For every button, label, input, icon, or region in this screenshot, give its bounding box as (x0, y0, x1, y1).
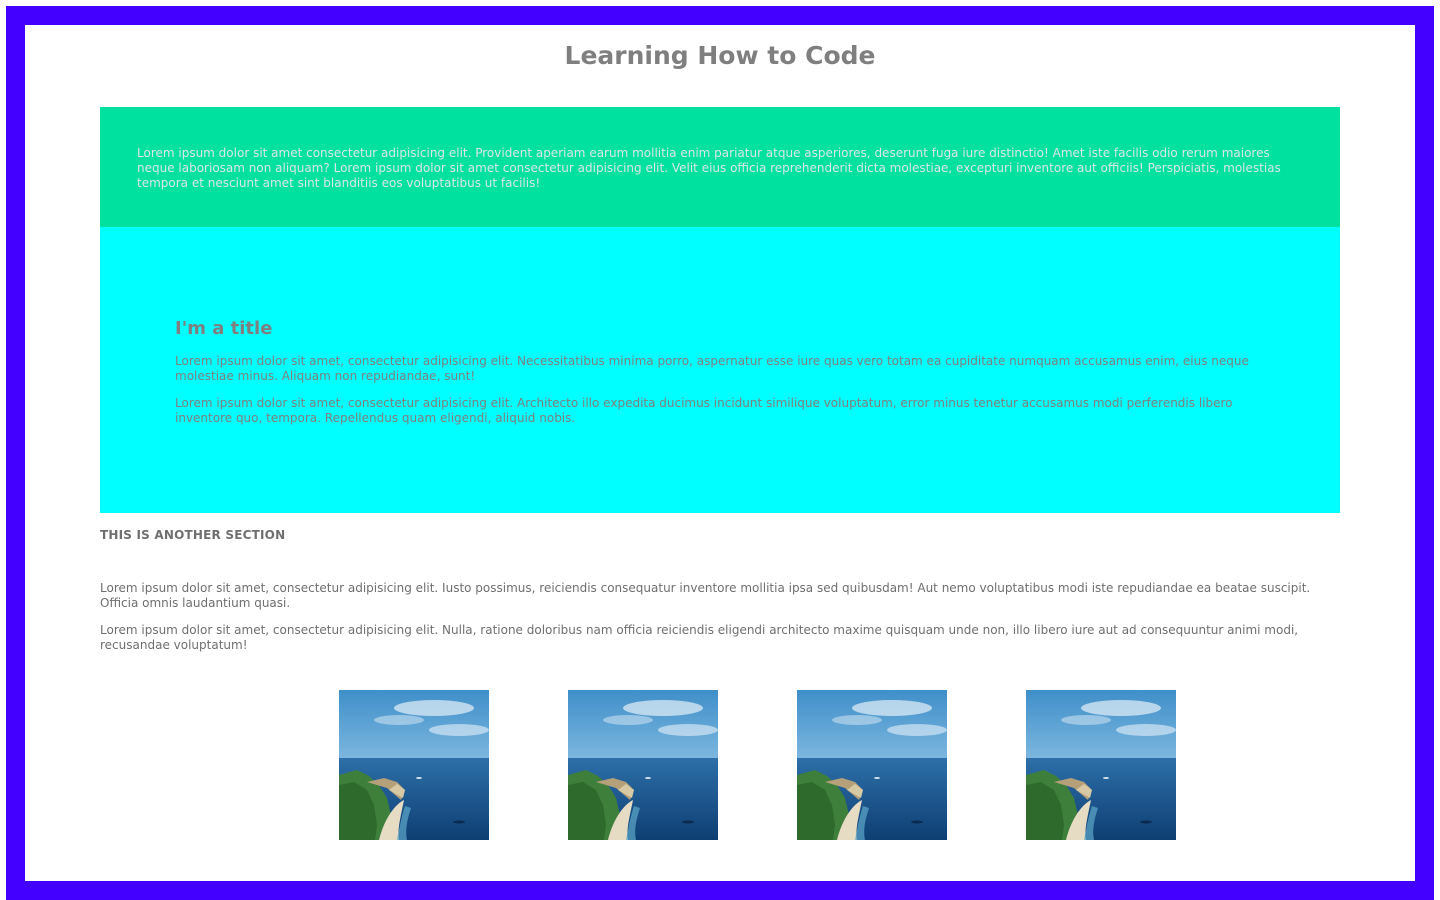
page-title: Learning How to Code (564, 41, 876, 70)
page-frame: Learning How to Code Lorem ipsum dolor s… (6, 6, 1434, 900)
section-title: I'm a title (175, 318, 273, 339)
title-section-paragraph-2: Lorem ipsum dolor sit amet, consectetur … (175, 396, 1233, 425)
another-section-heading: THIS IS ANOTHER SECTION (100, 528, 286, 542)
gallery-image-2 (568, 690, 718, 840)
another-section-paragraph-1: Lorem ipsum dolor sit amet, consectetur … (100, 581, 1311, 610)
intro-section: Lorem ipsum dolor sit amet consectetur a… (100, 107, 1340, 227)
image-gallery (339, 690, 1179, 840)
gallery-image-4 (1026, 690, 1176, 840)
page-content: Learning How to Code Lorem ipsum dolor s… (25, 25, 1415, 881)
title-section-paragraph-1: Lorem ipsum dolor sit amet, consectetur … (175, 354, 1249, 383)
gallery-image-1 (339, 690, 489, 840)
another-section-paragraph-2: Lorem ipsum dolor sit amet, consectetur … (100, 623, 1299, 652)
intro-paragraph: Lorem ipsum dolor sit amet consectetur a… (137, 146, 1281, 190)
gallery-image-3 (797, 690, 947, 840)
title-section: I'm a title Lorem ipsum dolor sit amet, … (100, 227, 1340, 513)
